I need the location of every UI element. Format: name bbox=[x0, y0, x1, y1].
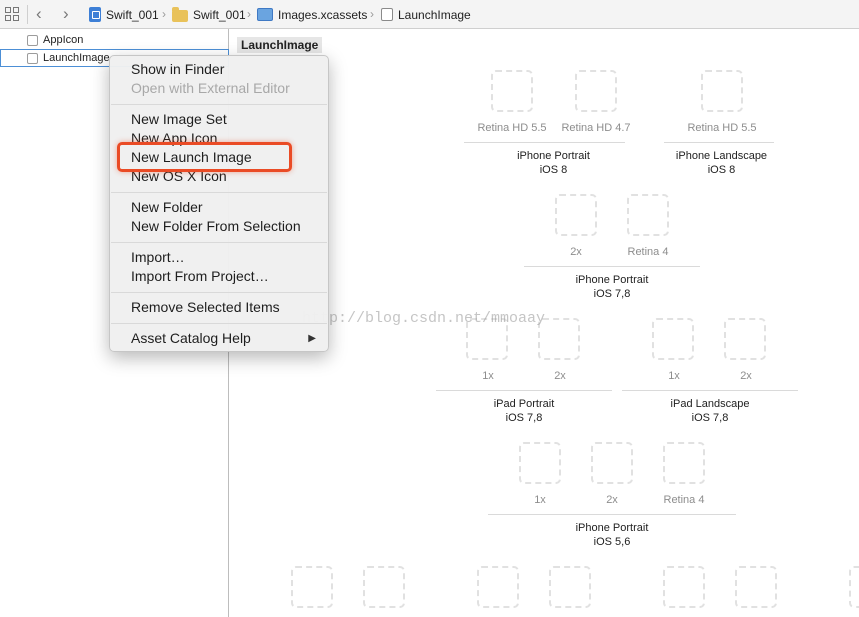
group-divider bbox=[436, 390, 612, 391]
breadcrumb-label: LaunchImage bbox=[398, 7, 471, 22]
slot-label: Retina HD 4.7 bbox=[561, 122, 631, 134]
menu-separator bbox=[111, 192, 327, 193]
group-title: iPad Portrait bbox=[493, 398, 555, 410]
breadcrumb-project[interactable]: Swift_001 bbox=[89, 6, 159, 23]
group-divider bbox=[464, 142, 625, 143]
image-well[interactable] bbox=[663, 566, 705, 608]
group-os: iOS 5,6 bbox=[593, 536, 631, 548]
menu-separator bbox=[111, 242, 327, 243]
image-well[interactable] bbox=[735, 566, 777, 608]
image-well[interactable] bbox=[491, 70, 533, 112]
menu-item-import-from-project[interactable]: Import From Project… bbox=[131, 268, 269, 285]
group-title: iPad Landscape bbox=[670, 398, 750, 410]
back-arrow-icon[interactable]: ‹ bbox=[36, 4, 42, 24]
image-well[interactable] bbox=[701, 70, 743, 112]
menu-item-asset-catalog-help[interactable]: Asset Catalog Help bbox=[131, 330, 251, 347]
image-well[interactable] bbox=[575, 70, 617, 112]
menu-separator bbox=[111, 292, 327, 293]
breadcrumb-label: Swift_001 bbox=[106, 7, 159, 22]
menu-item-new-image-set[interactable]: New Image Set bbox=[131, 111, 227, 128]
group-divider bbox=[524, 266, 700, 267]
grid-icon[interactable] bbox=[5, 7, 20, 22]
group-os: iOS 7,8 bbox=[593, 288, 631, 300]
image-well[interactable] bbox=[663, 442, 705, 484]
slot-label: Retina HD 5.5 bbox=[687, 122, 757, 134]
slot-label: Retina HD 5.5 bbox=[477, 122, 547, 134]
menu-separator bbox=[111, 104, 327, 105]
folder-icon bbox=[172, 6, 188, 22]
image-well[interactable] bbox=[291, 566, 333, 608]
breadcrumb-chevron-icon: › bbox=[370, 7, 374, 21]
breadcrumb-asset-catalog[interactable]: Images.xcassets bbox=[257, 6, 367, 23]
context-menu: Show in Finder Open with External Editor… bbox=[109, 55, 329, 352]
breadcrumb-label: Swift_001 bbox=[193, 7, 246, 22]
menu-item-new-folder[interactable]: New Folder bbox=[131, 199, 203, 216]
outline-item-appicon[interactable]: AppIcon bbox=[0, 31, 229, 49]
group-title: iPhone Landscape bbox=[675, 150, 768, 162]
asset-catalog-icon bbox=[257, 8, 273, 21]
breadcrumb-label: Images.xcassets bbox=[278, 7, 368, 22]
slot-label: Retina 4 bbox=[663, 494, 705, 506]
group-os: iOS 7,8 bbox=[691, 412, 729, 424]
image-well[interactable] bbox=[555, 194, 597, 236]
image-well[interactable] bbox=[627, 194, 669, 236]
group-divider bbox=[488, 514, 736, 515]
image-well[interactable] bbox=[477, 566, 519, 608]
breadcrumb-chevron-icon: › bbox=[162, 7, 166, 21]
image-well[interactable] bbox=[849, 566, 859, 608]
image-set-title: LaunchImage bbox=[237, 37, 323, 53]
outline-item-label: AppIcon bbox=[43, 34, 84, 46]
toolbar-divider bbox=[27, 5, 28, 24]
launch-image-icon bbox=[381, 8, 393, 21]
group-os: iOS 8 bbox=[707, 164, 736, 176]
forward-arrow-icon[interactable]: › bbox=[63, 4, 69, 24]
group-divider bbox=[664, 142, 774, 143]
outline-item-label: LaunchImage bbox=[43, 52, 110, 64]
image-well[interactable] bbox=[519, 442, 561, 484]
image-well[interactable] bbox=[652, 318, 694, 360]
watermark: http://blog.csdn.net/mmoaay bbox=[302, 310, 546, 327]
submenu-arrow-icon: ▶ bbox=[308, 333, 316, 344]
image-well[interactable] bbox=[549, 566, 591, 608]
group-os: iOS 7,8 bbox=[505, 412, 543, 424]
group-title: iPhone Portrait bbox=[575, 522, 649, 534]
highlight-annotation bbox=[117, 142, 292, 172]
image-well[interactable] bbox=[591, 442, 633, 484]
menu-item-show-in-finder[interactable]: Show in Finder bbox=[131, 61, 224, 78]
slot-label: 2x bbox=[740, 370, 752, 382]
jump-bar: ‹ › Swift_001 › Swift_001 › Images.xcass… bbox=[0, 0, 859, 29]
menu-item-new-folder-from-selection[interactable]: New Folder From Selection bbox=[131, 218, 301, 235]
group-title: iPhone Portrait bbox=[575, 274, 649, 286]
slot-label: 2x bbox=[554, 370, 566, 382]
breadcrumb-folder[interactable]: Swift_001 bbox=[172, 6, 246, 23]
image-set-icon bbox=[27, 52, 38, 64]
menu-item-import[interactable]: Import… bbox=[131, 249, 185, 266]
menu-item-open-external-editor: Open with External Editor bbox=[131, 80, 290, 96]
image-well[interactable] bbox=[724, 318, 766, 360]
slot-label: Retina 4 bbox=[627, 246, 669, 258]
group-title: iPhone Portrait bbox=[517, 150, 590, 162]
image-well[interactable] bbox=[363, 566, 405, 608]
menu-separator bbox=[111, 323, 327, 324]
menu-item-remove-selected-items[interactable]: Remove Selected Items bbox=[131, 299, 280, 316]
project-file-icon bbox=[89, 7, 101, 22]
breadcrumb-chevron-icon: › bbox=[247, 7, 251, 21]
group-divider bbox=[622, 390, 798, 391]
group-os: iOS 8 bbox=[539, 164, 568, 176]
breadcrumb-launch-image[interactable]: LaunchImage bbox=[381, 6, 471, 23]
image-set-icon bbox=[27, 34, 38, 46]
